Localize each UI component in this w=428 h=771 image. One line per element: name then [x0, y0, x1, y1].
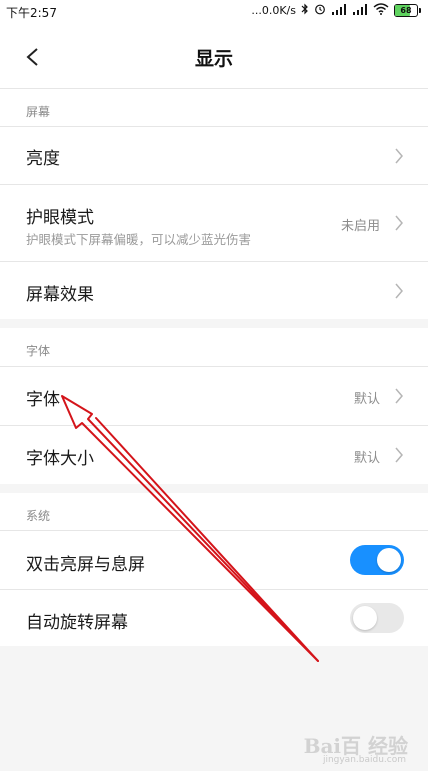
signal-icon [331, 3, 347, 18]
screen-effect-row[interactable]: 屏幕效果 [0, 262, 428, 319]
chevron-right-icon [395, 215, 403, 231]
screen-effect-label: 屏幕效果 [26, 285, 94, 305]
page-title: 显示 [194, 48, 233, 70]
font-row[interactable]: 字体 默认 [0, 367, 428, 425]
eye-mode-subtitle: 护眼模式下屏幕偏暖，可以减少蓝光伤害 [26, 232, 252, 247]
auto-rotate-toggle[interactable] [350, 603, 404, 633]
section-gap [0, 484, 428, 493]
chevron-right-icon [395, 148, 403, 164]
wifi-icon [373, 3, 389, 18]
double-tap-toggle[interactable] [350, 545, 404, 575]
alarm-icon [314, 3, 326, 18]
section-header-system: 系统 [0, 493, 428, 531]
section-header-screen: 屏幕 [0, 89, 428, 127]
status-time: 下午2:57 [6, 6, 57, 20]
font-size-value: 默认 [353, 451, 380, 466]
brightness-row[interactable]: 亮度 [0, 127, 428, 184]
chevron-right-icon [395, 388, 403, 404]
watermark-subtext: jingyan.baidu.com [322, 755, 406, 765]
signal-icon-2 [352, 3, 368, 18]
font-size-label: 字体大小 [26, 449, 94, 469]
toggle-knob [377, 548, 401, 572]
toggle-knob [353, 606, 377, 630]
eye-mode-row[interactable]: 护眼模式 护眼模式下屏幕偏暖，可以减少蓝光伤害 未启用 [0, 185, 428, 261]
chevron-right-icon [395, 283, 403, 299]
font-value: 默认 [353, 392, 380, 407]
eye-mode-label: 护眼模式 [26, 208, 94, 228]
section-gap [0, 319, 428, 328]
double-tap-label: 双击亮屏与息屏 [26, 555, 145, 575]
bluetooth-icon [301, 3, 309, 18]
font-label: 字体 [26, 390, 60, 410]
font-size-row[interactable]: 字体大小 默认 [0, 426, 428, 484]
status-icons: ...0.0K/s 68 [251, 3, 421, 18]
network-speed: ...0.0K/s [251, 4, 296, 17]
battery-icon: 68 [394, 4, 421, 17]
section-header-font: 字体 [0, 328, 428, 366]
chevron-right-icon [395, 447, 403, 463]
auto-rotate-row: 自动旋转屏幕 [0, 590, 428, 646]
status-bar: 下午2:57 ...0.0K/s 68 [0, 0, 428, 24]
brightness-label: 亮度 [26, 149, 60, 169]
app-bar: 显示 [0, 24, 428, 89]
battery-level: 68 [400, 6, 412, 15]
eye-mode-value: 未启用 [340, 219, 380, 234]
auto-rotate-label: 自动旋转屏幕 [26, 613, 128, 633]
double-tap-row: 双击亮屏与息屏 [0, 531, 428, 589]
